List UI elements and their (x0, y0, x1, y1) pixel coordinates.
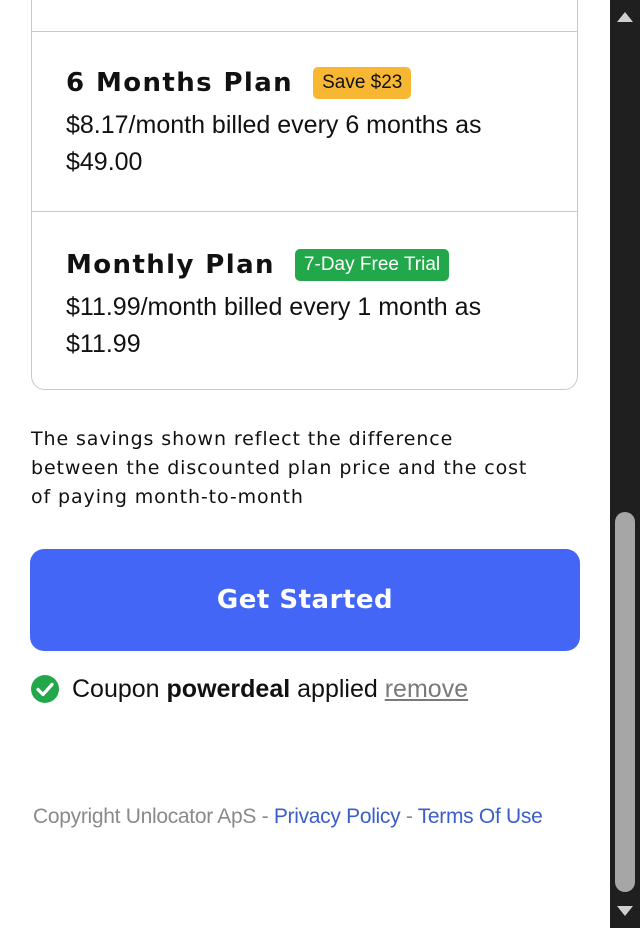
plan-divider (32, 211, 577, 212)
terms-of-use-link[interactable]: Terms Of Use (418, 805, 543, 828)
footer-separator: - (400, 805, 418, 828)
save-badge: Save $23 (313, 67, 412, 99)
plans-card: 6 Months Plan Save $23 $8.17/month bille… (31, 0, 578, 390)
free-trial-badge: 7-Day Free Trial (294, 249, 450, 281)
plan-option-monthly[interactable]: Monthly Plan 7-Day Free Trial $11.99/mon… (66, 245, 557, 363)
footer-separator: - (256, 805, 274, 828)
scroll-down-arrow-icon[interactable] (617, 906, 633, 916)
plan-total-line: $49.00 (66, 148, 143, 176)
scrollbar-thumb[interactable] (615, 512, 635, 892)
footer: Copyright Unlocator ApS - Privacy Policy… (33, 805, 543, 829)
check-circle-icon (30, 674, 60, 704)
plan-description: $8.17/month billed every 6 months as $49… (66, 107, 557, 181)
plan-price-line: $8.17/month billed every 6 months as (66, 111, 482, 139)
savings-disclaimer-line: of paying month-to-month (31, 486, 304, 508)
savings-disclaimer-line: between the discounted plan price and th… (31, 457, 528, 479)
get-started-button[interactable]: Get Started (30, 549, 580, 651)
scroll-up-arrow-icon[interactable] (617, 12, 633, 22)
plan-title: Monthly Plan (66, 250, 275, 280)
savings-disclaimer: The savings shown reflect the difference… (31, 425, 591, 512)
coupon-status: Coupon powerdeal applied remove (30, 674, 468, 704)
coupon-text: Coupon powerdeal applied remove (72, 675, 468, 704)
plan-divider (32, 31, 577, 32)
copyright-text: Copyright Unlocator ApS (33, 805, 257, 828)
plan-option-6-months[interactable]: 6 Months Plan Save $23 $8.17/month bille… (66, 63, 557, 181)
savings-disclaimer-line: The savings shown reflect the difference (31, 428, 454, 450)
coupon-prefix: Coupon (72, 674, 160, 703)
plan-description: $11.99/month billed every 1 month as $11… (66, 289, 557, 363)
coupon-suffix: applied (297, 674, 378, 703)
coupon-code: powerdeal (166, 674, 291, 703)
privacy-policy-link[interactable]: Privacy Policy (274, 805, 401, 828)
plan-title: 6 Months Plan (66, 68, 294, 98)
vertical-scrollbar[interactable] (610, 0, 640, 928)
page-viewport: 6 Months Plan Save $23 $8.17/month bille… (0, 0, 610, 928)
plan-total-line: $11.99 (66, 330, 141, 358)
remove-coupon-link[interactable]: remove (385, 675, 468, 703)
plan-price-line: $11.99/month billed every 1 month as (66, 293, 482, 321)
